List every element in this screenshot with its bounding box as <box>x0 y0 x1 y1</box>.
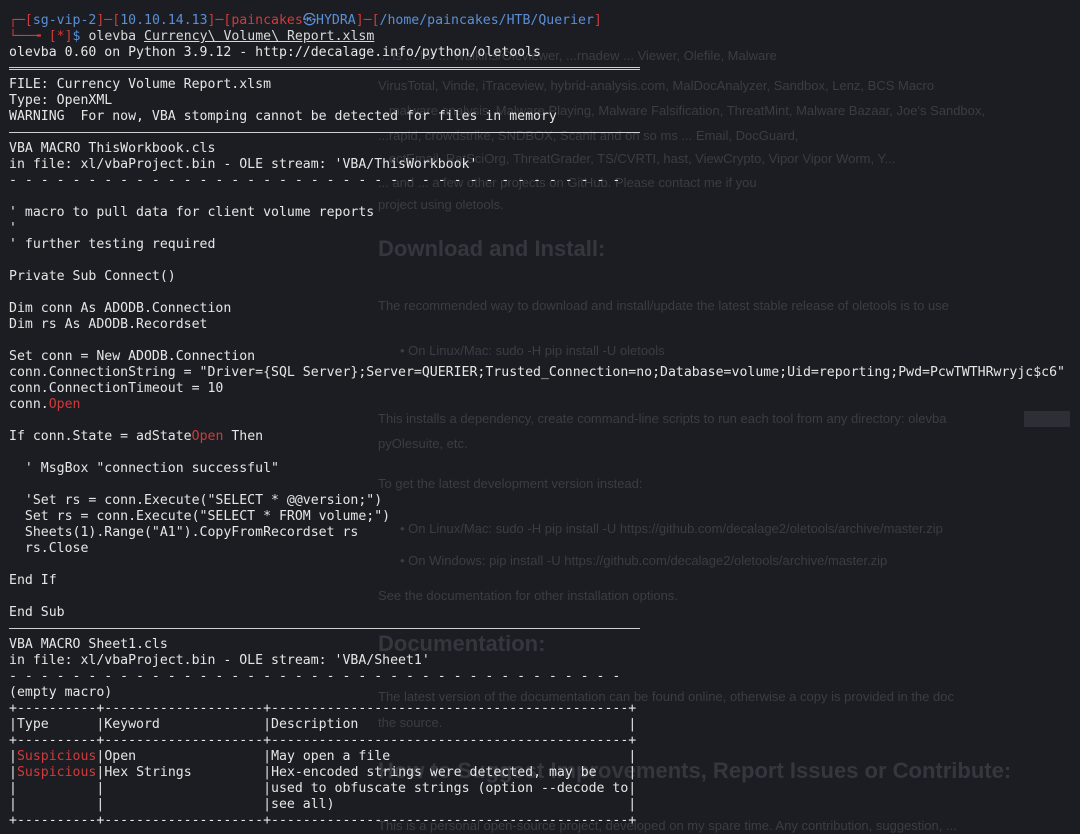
row-keyword: Hex Strings <box>104 765 192 780</box>
prompt-line: ┌─[sg-vip-2]─[10.10.14.13]─[paincakes㉿HY… <box>9 13 602 28</box>
code-text: If conn.State = adState <box>9 429 192 444</box>
dashed-separator: - - - - - - - - - - - - - - - - - - - - … <box>9 173 621 188</box>
banner-line: olevba 0.60 on Python 3.9.12 - http://de… <box>9 45 541 60</box>
code-line: Dim rs As ADODB.Recordset <box>9 317 208 332</box>
results-table: +----------+--------------------+-------… <box>9 701 1080 829</box>
prompt-ip: 10.10.14.13 <box>120 13 208 28</box>
terminal-output[interactable]: ┌─[sg-vip-2]─[10.10.14.13]─[paincakes㉿HY… <box>9 13 1080 834</box>
row-description: Hex-encoded strings were detected, may b… <box>271 765 597 780</box>
code-line: Set rs = conn.Execute("SELECT * FROM vol… <box>9 509 391 524</box>
code-line: Dim conn As ADODB.Connection <box>9 301 232 316</box>
macro-name: VBA MACRO ThisWorkbook.cls <box>9 141 216 156</box>
empty-macro-line: (empty macro) <box>9 685 113 700</box>
table-border: +----------+--------------------+-------… <box>9 733 637 748</box>
code-line: Set conn = New ADODB.Connection <box>9 349 256 364</box>
prompt-dollar: $ <box>72 29 81 44</box>
row-description: see all) <box>271 797 335 812</box>
separator <box>9 125 1080 141</box>
code-line: rs.Close <box>9 541 89 556</box>
command-argument: Currency\ Volume\ Report.xlsm <box>144 29 375 44</box>
code-line: End If <box>9 573 57 588</box>
code-text: conn. <box>9 397 49 412</box>
command-name: olevba <box>88 29 137 44</box>
table-row: | | |used to obfuscate strings (option -… <box>9 781 637 796</box>
table-row: |Suspicious|Open |May open a file | <box>9 749 637 764</box>
code-line: ' <box>9 221 17 236</box>
header-keyword: Keyword <box>104 717 160 732</box>
double-separator <box>9 61 1080 77</box>
code-text: Then <box>223 429 264 444</box>
warning-line: WARNING For now, VBA stomping cannot be … <box>9 109 557 124</box>
code-line: If conn.State = adStateOpen Then <box>9 429 1080 445</box>
header-description: Description <box>271 717 359 732</box>
prompt-path: /home/paincakes/HTB/Querier <box>379 13 594 28</box>
type-line: Type: OpenXML <box>9 93 113 108</box>
connection-string-line: conn.ConnectionString = "Driver={SQL Ser… <box>9 365 1065 380</box>
code-line: conn.Open <box>9 397 1080 413</box>
file-line: FILE: Currency Volume Report.xlsm <box>9 77 272 92</box>
row-description: May open a file <box>271 749 391 764</box>
suspicious-keyword: Open <box>191 429 224 444</box>
command-line[interactable]: └──╼ [*]$ olevba Currency\ Volume\ Repor… <box>9 29 1080 45</box>
row-keyword: Open <box>104 749 137 764</box>
code-line: ' MsgBox "connection successful" <box>9 461 279 476</box>
table-row: |Suspicious|Hex Strings |Hex-encoded str… <box>9 765 637 780</box>
code-line: Private Sub Connect() <box>9 269 176 284</box>
header-type: Type <box>16 717 49 732</box>
code-line: conn.ConnectionTimeout = 10 <box>9 381 224 396</box>
code-line: Sheets(1).Range("A1").CopyFromRecordset … <box>9 525 359 540</box>
prompt-status: * <box>56 29 65 44</box>
prompt-host: HYDRA <box>316 13 356 28</box>
macro-name: VBA MACRO Sheet1.cls <box>9 637 168 652</box>
table-row: | | |see all) | <box>9 797 637 812</box>
row-description: used to obfuscate strings (option --deco… <box>271 781 629 796</box>
row-type: Suspicious <box>16 749 97 764</box>
prompt-at-icon: ㉿ <box>302 13 317 28</box>
prompt-user: paincakes <box>231 13 303 28</box>
code-line: 'Set rs = conn.Execute("SELECT * @@versi… <box>9 493 383 508</box>
suspicious-keyword: Open <box>48 397 81 412</box>
row-type: Suspicious <box>16 765 97 780</box>
table-border: +----------+--------------------+-------… <box>9 813 637 828</box>
macro-stream: in file: xl/vbaProject.bin - OLE stream:… <box>9 157 478 172</box>
macro-stream: in file: xl/vbaProject.bin - OLE stream:… <box>9 653 430 668</box>
prompt-session: sg-vip-2 <box>32 13 97 28</box>
dashed-separator: - - - - - - - - - - - - - - - - - - - - … <box>9 669 621 684</box>
table-header-row: |Type |Keyword |Description | <box>9 717 637 732</box>
code-line: ' further testing required <box>9 237 216 252</box>
code-line: End Sub <box>9 605 65 620</box>
table-border: +----------+--------------------+-------… <box>9 701 637 716</box>
separator <box>9 621 1080 637</box>
code-line: ' macro to pull data for client volume r… <box>9 205 375 220</box>
